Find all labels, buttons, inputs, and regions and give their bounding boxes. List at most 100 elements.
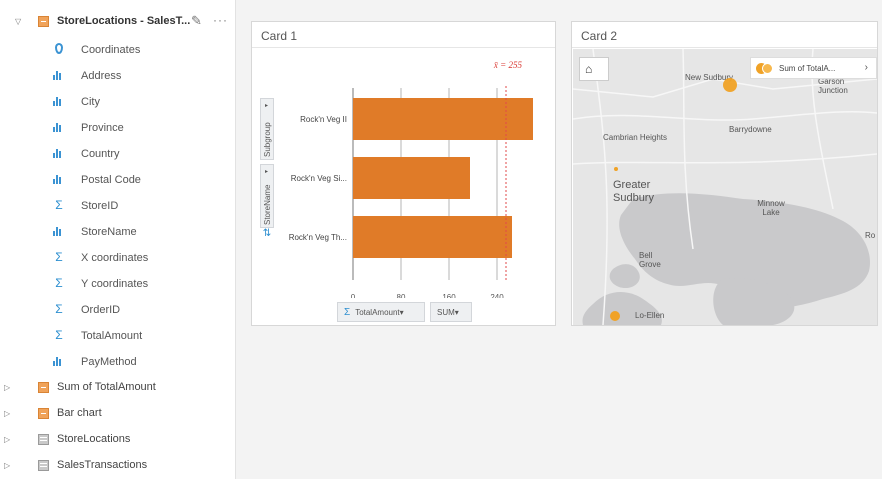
field-row[interactable]: Postal Code — [0, 168, 236, 192]
expand-triangle-icon[interactable]: ▷ — [4, 409, 10, 418]
map-label: Cambrian Heights — [603, 133, 668, 142]
edit-pencil-icon[interactable]: ✎ — [191, 13, 202, 29]
field-row[interactable]: Coordinates — [0, 38, 236, 62]
expand-triangle-icon[interactable]: ▷ — [4, 435, 10, 444]
field-row[interactable]: Σ X coordinates — [0, 246, 236, 270]
mean-label: x̄ = 255 — [493, 60, 523, 70]
field-row[interactable]: Address — [0, 64, 236, 88]
string-field-icon — [53, 69, 65, 82]
dataset-row[interactable]: ▷ StoreLocations — [0, 429, 236, 451]
expand-triangle-icon[interactable]: ▷ — [4, 461, 10, 470]
bar[interactable] — [353, 216, 512, 258]
map-card[interactable]: Card 2 New Sudbury Garson Junction Cambr… — [571, 21, 878, 326]
statistic-label: SUM — [437, 307, 455, 317]
legend-label: Sum of TotalA... — [779, 64, 836, 73]
map[interactable]: New Sudbury Garson Junction Cambrian Hei… — [573, 49, 877, 325]
dataset-title[interactable]: StoreLocations - SalesT... — [57, 15, 190, 27]
field-row[interactable]: City — [0, 90, 236, 114]
field-row[interactable]: Province — [0, 116, 236, 140]
dataset-row[interactable]: ▷ Sum of TotalAmount — [0, 377, 236, 399]
y-axis-field-label: StoreName — [263, 184, 272, 225]
string-field-icon — [53, 121, 65, 134]
field-row[interactable]: PayMethod — [0, 350, 236, 374]
field-label: StoreName — [81, 226, 137, 238]
dataset-row[interactable]: ▷ SalesTransactions — [0, 455, 236, 477]
card-header[interactable]: Card 1 — [252, 22, 555, 48]
dropdown-arrow-icon: ▸ — [265, 169, 269, 175]
lake-shape — [582, 292, 662, 325]
collapse-triangle-icon[interactable]: ▽ — [15, 17, 21, 26]
x-tick-label: 0 — [351, 293, 356, 298]
legend-button[interactable]: Sum of TotalA... › — [750, 57, 877, 79]
field-label: X coordinates — [81, 252, 149, 264]
dataset-icon — [38, 16, 49, 27]
data-pane: ▽ StoreLocations - SalesT... ✎ ··· Coord… — [0, 0, 236, 479]
x-tick-label: 160 — [442, 293, 456, 298]
field-label: OrderID — [81, 304, 121, 316]
category-label: Rock'n Veg Th... — [289, 233, 347, 242]
field-label: City — [81, 96, 100, 108]
field-row[interactable]: Σ OrderID — [0, 298, 236, 322]
x-axis-field-button[interactable]: Σ TotalAmount ▾ — [337, 302, 425, 322]
map-label: Ro — [865, 231, 876, 240]
sort-icon[interactable]: ⇅ — [260, 228, 274, 244]
statistic-button[interactable]: SUM ▾ — [430, 302, 472, 322]
field-row[interactable]: Country — [0, 142, 236, 166]
home-icon: ⌂ — [585, 62, 593, 76]
bar-chart-card[interactable]: Card 1 0 80 160 240 Rock'n Veg II Rock'n Veg … — [251, 21, 556, 326]
string-field-icon — [53, 225, 65, 238]
string-field-icon — [53, 355, 65, 368]
category-label: Rock'n Veg Si... — [291, 174, 347, 183]
sigma-icon: Σ — [55, 250, 63, 264]
string-field-icon — [53, 173, 65, 186]
dataset-label[interactable]: Sum of TotalAmount — [57, 381, 156, 393]
map-point[interactable] — [610, 311, 620, 321]
chevron-right-icon: › — [864, 62, 868, 73]
sigma-icon: Σ — [55, 276, 63, 290]
dataset-row[interactable]: ▽ StoreLocations - SalesT... ✎ ··· — [0, 11, 236, 33]
sigma-icon: Σ — [55, 198, 63, 212]
more-options-icon[interactable]: ··· — [213, 13, 228, 27]
dropdown-arrow-icon: ▾ — [454, 307, 459, 317]
sigma-icon: Σ — [55, 328, 63, 342]
y-axis-field-button[interactable]: StoreName ▸ — [260, 164, 274, 228]
field-label: Country — [81, 148, 120, 160]
expand-triangle-icon[interactable]: ▷ — [4, 383, 10, 392]
map-point[interactable] — [723, 78, 737, 92]
location-icon — [53, 43, 65, 56]
bar[interactable] — [353, 157, 470, 199]
bar-chart: 0 80 160 240 Rock'n Veg II Rock'n Veg Si... Ro… — [289, 60, 533, 298]
map-label: Barrydowne — [729, 125, 772, 134]
result-dataset-icon — [38, 382, 49, 393]
map-label: Minnow Lake — [757, 199, 785, 217]
field-label: Postal Code — [81, 174, 141, 186]
field-label: StoreID — [81, 200, 119, 212]
x-tick-label: 240 — [490, 293, 504, 298]
map-label: Lo-Ellen — [635, 311, 665, 320]
dataset-label[interactable]: SalesTransactions — [57, 459, 147, 471]
card-title: Card 2 — [581, 29, 618, 43]
dropdown-arrow-icon: ▾ — [399, 307, 404, 317]
field-label: PayMethod — [81, 356, 137, 368]
subgroup-button[interactable]: Subgroup ▸ — [260, 98, 274, 160]
lake-shape — [609, 264, 640, 289]
field-row[interactable]: Σ Y coordinates — [0, 272, 236, 296]
field-row[interactable]: Σ TotalAmount — [0, 324, 236, 348]
dataset-label[interactable]: StoreLocations — [57, 433, 130, 445]
map-label: Bell Grove — [639, 251, 661, 269]
home-button[interactable]: ⌂ — [579, 57, 609, 81]
card-header[interactable]: Card 2 — [572, 22, 877, 48]
field-label: TotalAmount — [81, 330, 143, 342]
string-field-icon — [53, 95, 65, 108]
field-row[interactable]: StoreName — [0, 220, 236, 244]
dataset-row[interactable]: ▷ Bar chart — [0, 403, 236, 425]
category-label: Rock'n Veg II — [300, 115, 347, 124]
table-icon — [38, 460, 49, 471]
map-point[interactable] — [614, 167, 618, 171]
map-label: Greater Sudbury — [613, 179, 654, 204]
result-dataset-icon — [38, 408, 49, 419]
sigma-icon: Σ — [344, 306, 351, 318]
dataset-label[interactable]: Bar chart — [57, 407, 102, 419]
field-label: Coordinates — [81, 44, 141, 56]
field-row[interactable]: Σ StoreID — [0, 194, 236, 218]
